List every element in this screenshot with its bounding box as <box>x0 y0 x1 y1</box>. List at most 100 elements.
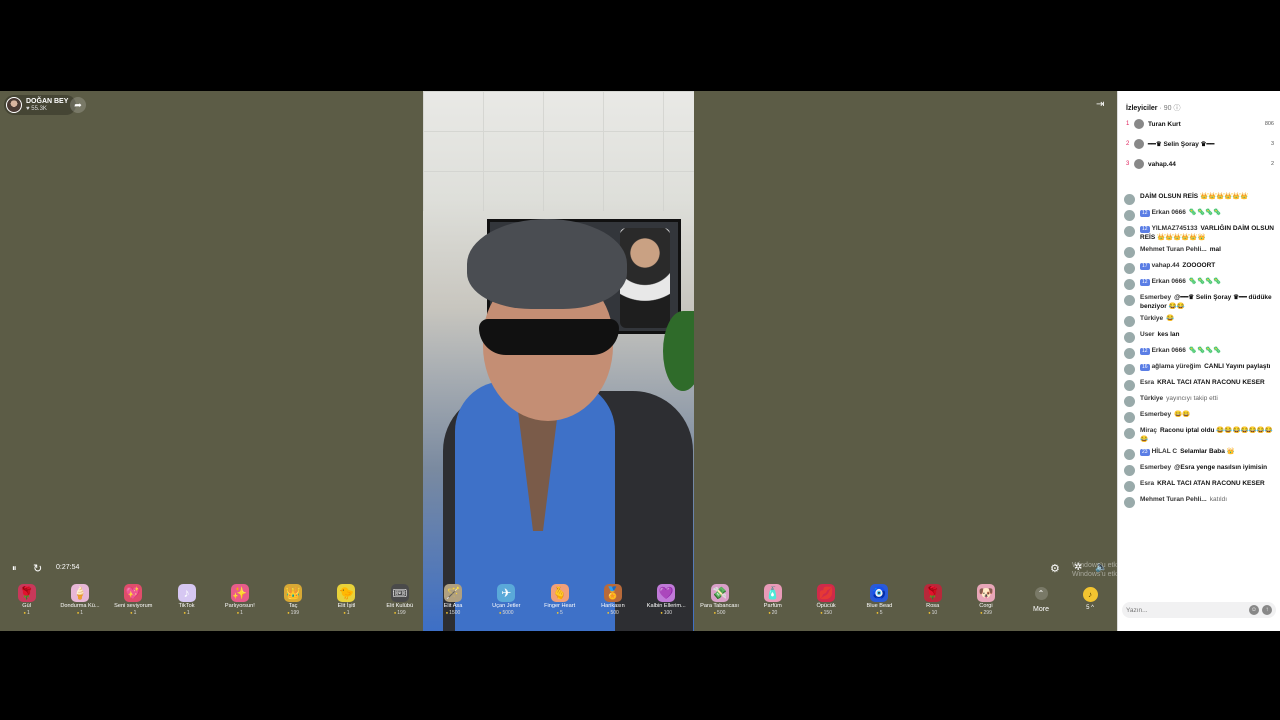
send-icon[interactable]: ↑ <box>1262 605 1272 615</box>
viewer-name[interactable]: vahap.44 <box>1148 161 1271 168</box>
chat-avatar[interactable] <box>1124 380 1135 391</box>
coin-expand-icon[interactable]: ^ <box>1091 605 1094 611</box>
chat-message[interactable]: DAİM OLSUN REİS 👑👑👑👑👑👑 <box>1118 191 1280 207</box>
chat-message[interactable]: User kes lan <box>1118 329 1280 345</box>
chat-message[interactable]: Esra KRAL TACI ATAN RACONU KESER <box>1118 377 1280 393</box>
top-viewer-row[interactable]: 2 ━━♛ Selin Şoray ♛━━ 3 <box>1126 137 1274 151</box>
chat-username[interactable]: ağlama yüreğim <box>1152 363 1202 370</box>
gift-item[interactable]: ✨Parlıyorsun!1 <box>213 584 266 624</box>
chat-avatar[interactable] <box>1124 449 1135 460</box>
chat-avatar[interactable] <box>1124 428 1135 439</box>
settings-icon[interactable]: ⚙ <box>1050 562 1060 575</box>
chat-message[interactable]: 12 Erkan 0666 🦠🦠🦠🦠 <box>1118 207 1280 223</box>
chat-avatar[interactable] <box>1124 295 1135 306</box>
coin-balance[interactable]: ♪ 5 ^ <box>1078 587 1102 611</box>
host-name[interactable]: DOĞAN BEY <box>26 98 68 106</box>
chat-username[interactable]: Erkan 0666 <box>1152 347 1186 354</box>
host-avatar[interactable] <box>6 97 22 113</box>
chat-username[interactable]: Türkiye <box>1140 395 1163 402</box>
chat-message[interactable]: 17 vahap.44 ZOOOORT <box>1118 260 1280 276</box>
live-video[interactable] <box>423 91 694 631</box>
gift-item[interactable]: 🏅Harikasın500 <box>586 584 639 624</box>
chat-message[interactable]: Mehmet Turan Pehli... mal <box>1118 244 1280 260</box>
chat-message[interactable]: 12 Erkan 0666 🦠🦠🦠🦠 <box>1118 345 1280 361</box>
chat-message[interactable]: Türkiye yayıncıyı takip etti <box>1118 393 1280 409</box>
viewers-header[interactable]: İzleyiciler · 90 ⓘ <box>1126 103 1181 113</box>
gift-item[interactable]: 🌹Rosa10 <box>906 584 959 624</box>
chat-username[interactable]: Esmerbey <box>1140 411 1171 418</box>
chat-username[interactable]: Erkan 0666 <box>1152 209 1186 216</box>
gift-item[interactable]: 💋Öpücük150 <box>799 584 852 624</box>
gift-item[interactable]: 🫰Finger Heart5 <box>533 584 586 624</box>
gift-item[interactable]: 🐶Corgi299 <box>959 584 1012 624</box>
chat-avatar[interactable] <box>1124 316 1135 327</box>
gift-item[interactable]: 🐤Elit İşitl1 <box>320 584 373 624</box>
emoji-icon[interactable]: ☺ <box>1249 605 1259 615</box>
chat-message[interactable]: Esmerbey @━━♛ Selin Şoray ♛━━ düdüke benz… <box>1118 292 1280 313</box>
viewer-avatar[interactable] <box>1134 119 1144 129</box>
chat-username[interactable]: Esra <box>1140 379 1154 386</box>
refresh-icon[interactable]: ↻ <box>33 562 42 575</box>
chat-avatar[interactable] <box>1124 279 1135 290</box>
chat-avatar[interactable] <box>1124 226 1135 237</box>
chat-message[interactable]: Esmerbey 😀😀 <box>1118 409 1280 425</box>
chat-username[interactable]: Esmerbey <box>1140 294 1171 301</box>
chat-message[interactable]: 23 HİLAL C Selamlar Baba 👑 <box>1118 446 1280 462</box>
chat-avatar[interactable] <box>1124 412 1135 423</box>
gift-item[interactable]: 👑Taç199 <box>266 584 319 624</box>
gift-item[interactable]: 💜Kalbin Ellerim...100 <box>640 584 693 624</box>
gift-item[interactable]: ✈Uçan Jetler5000 <box>480 584 533 624</box>
chat-avatar[interactable] <box>1124 396 1135 407</box>
chat-avatar[interactable] <box>1124 364 1135 375</box>
share-icon[interactable]: ➦ <box>70 97 86 113</box>
viewer-avatar[interactable] <box>1134 159 1144 169</box>
collapse-panel-icon[interactable]: ⇥ <box>1096 99 1104 110</box>
chat-message[interactable]: 12 YILMAZ745133 VARLIĞIN DAİM OLSUN REİS 👑… <box>1118 223 1280 244</box>
chat-username[interactable]: Erkan 0666 <box>1152 278 1186 285</box>
chat-input[interactable] <box>1126 606 1246 614</box>
chat-message[interactable]: Esmerbey @Esra yenge nasılsın iyimisin <box>1118 462 1280 478</box>
chat-username[interactable]: Esmerbey <box>1140 464 1171 471</box>
chat-avatar[interactable] <box>1124 332 1135 343</box>
chat-username[interactable]: Türkiye <box>1140 315 1163 322</box>
chat-avatar[interactable] <box>1124 194 1135 205</box>
info-icon[interactable]: ⓘ <box>1174 105 1181 112</box>
pause-icon[interactable]: ⏸ <box>12 563 17 574</box>
top-viewer-row[interactable]: 3 vahap.44 2 <box>1126 157 1274 171</box>
chat-message[interactable]: Miraç Raconu iptal oldu 😂😂😂😂😂😂😂😂 <box>1118 425 1280 446</box>
chat-username[interactable]: YILMAZ745133 <box>1152 225 1198 232</box>
chat-feed[interactable]: DAİM OLSUN REİS 👑👑👑👑👑👑 12 Erkan 0666 🦠🦠🦠🦠 12… <box>1118 191 1280 591</box>
gift-item[interactable]: 🍦Dondurma Kü...1 <box>53 584 106 624</box>
chat-username[interactable]: User <box>1140 331 1154 338</box>
chat-username[interactable]: vahap.44 <box>1152 262 1180 269</box>
gift-item[interactable]: 🪄Elit Asa1500 <box>426 584 479 624</box>
viewer-name[interactable]: ━━♛ Selin Şoray ♛━━ <box>1148 140 1271 148</box>
gift-item[interactable]: 🎟Elit Kulübü199 <box>373 584 426 624</box>
chat-username[interactable]: Mehmet Turan Pehli... <box>1140 496 1207 503</box>
chat-message[interactable]: 12 Erkan 0666 🦠🦠🦠🦠 <box>1118 276 1280 292</box>
chat-username[interactable]: HİLAL C <box>1152 448 1178 455</box>
gift-item[interactable]: ♪TikTok1 <box>160 584 213 624</box>
gift-item[interactable]: 🌹Gül1 <box>0 584 53 624</box>
chat-avatar[interactable] <box>1124 497 1135 508</box>
chat-avatar[interactable] <box>1124 247 1135 258</box>
live-stage[interactable]: DOĞAN BEY ♥ 55.3K ➦ ⇥ ⏸ ↻ 0:27:54 ⚙ ✲ 🔈 … <box>0 91 1117 631</box>
chat-message[interactable]: 16 ağlama yüreğim CANLI Yayını paylaştı <box>1118 361 1280 377</box>
chat-message[interactable]: Mehmet Turan Pehli... katıldı <box>1118 494 1280 510</box>
more-gifts-button[interactable]: ⌃ More <box>1030 587 1052 613</box>
chat-avatar[interactable] <box>1124 263 1135 274</box>
viewer-name[interactable]: Turan Kurt <box>1148 121 1265 128</box>
gift-item[interactable]: 💸Para Tabancası500 <box>693 584 746 624</box>
chat-username[interactable]: Mehmet Turan Pehli... <box>1140 246 1207 253</box>
chat-username[interactable]: Esra <box>1140 480 1154 487</box>
gift-item[interactable]: 💖Seni seviyorum1 <box>107 584 160 624</box>
gift-item[interactable]: 🧴Parfüm20 <box>746 584 799 624</box>
chat-message[interactable]: Esra KRAL TACI ATAN RACONU KESER <box>1118 478 1280 494</box>
viewer-avatar[interactable] <box>1134 139 1144 149</box>
chat-avatar[interactable] <box>1124 210 1135 221</box>
top-viewer-row[interactable]: 1 Turan Kurt 806 <box>1126 117 1274 131</box>
chat-username[interactable]: Miraç <box>1140 427 1157 434</box>
chat-message[interactable]: Türkiye 😂 <box>1118 313 1280 329</box>
host-info[interactable]: DOĞAN BEY ♥ 55.3K <box>4 95 77 115</box>
gift-item[interactable]: 🧿Blue Bead5 <box>853 584 906 624</box>
